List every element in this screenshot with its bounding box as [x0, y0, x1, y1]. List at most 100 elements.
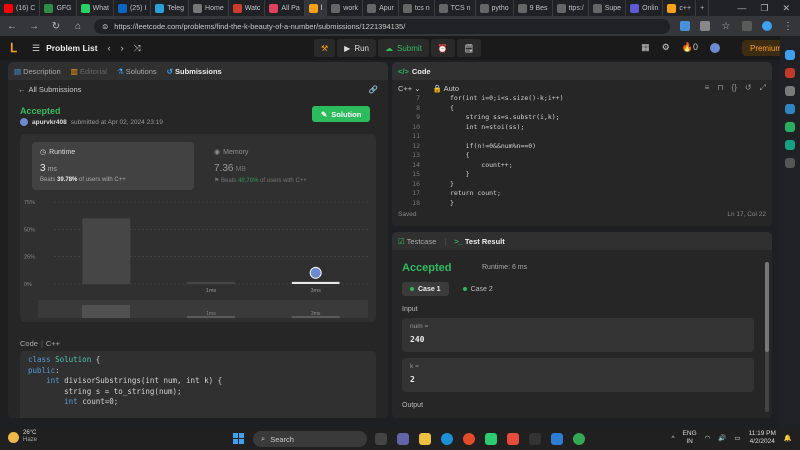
- profile-avatar[interactable]: [762, 21, 772, 31]
- browser-tab[interactable]: Apur: [363, 0, 399, 16]
- maximize-icon[interactable]: ❐: [760, 3, 768, 14]
- submit-button[interactable]: ☁ Submit: [378, 39, 429, 57]
- leetcode-logo-icon[interactable]: ᒪ: [10, 41, 22, 55]
- file-explorer-icon[interactable]: [419, 433, 431, 445]
- browser-tab[interactable]: Onlin: [626, 0, 664, 16]
- browser-tab[interactable]: All Pa: [265, 0, 305, 16]
- browser-tab[interactable]: ttps:/: [553, 0, 589, 16]
- result-scrollbar-thumb[interactable]: [765, 262, 769, 352]
- home-icon[interactable]: ⌂: [72, 21, 84, 32]
- prev-problem-icon[interactable]: ‹: [108, 43, 111, 53]
- clock[interactable]: 11:19 PM 4/2/2024: [749, 430, 776, 446]
- bookmark-star-icon[interactable]: ☆: [720, 21, 732, 32]
- browser-tab[interactable]: work: [327, 0, 364, 16]
- editor-code-area[interactable]: 7 for(int i=0;i<s.size()-k;i++) 8 {9 string…: [392, 94, 772, 208]
- wifi-icon[interactable]: ◠: [705, 434, 711, 442]
- sidebar-drop-icon[interactable]: [785, 140, 795, 150]
- all-submissions-link[interactable]: All Submissions: [29, 85, 82, 94]
- menu-dots-icon[interactable]: ⋮: [782, 21, 794, 32]
- sidebar-search-icon[interactable]: [785, 50, 795, 60]
- browser-tab[interactable]: l: [304, 0, 328, 16]
- layout-icon[interactable]: ▦: [641, 42, 650, 53]
- sidebar-person-icon[interactable]: [785, 86, 795, 96]
- browser-tab[interactable]: Home: [189, 0, 229, 16]
- bookmark-icon[interactable]: ⊓: [717, 83, 723, 93]
- site-info-icon[interactable]: ⊜: [102, 22, 108, 31]
- reset-icon[interactable]: ↺: [745, 83, 752, 93]
- user-avatar[interactable]: [710, 42, 720, 53]
- language-select[interactable]: C++ ⌄: [398, 84, 421, 93]
- post-solution-button[interactable]: ✎ Solution: [312, 106, 371, 122]
- auto-mode-toggle[interactable]: 🔒 Auto: [433, 84, 459, 93]
- sidebar-outlook-icon[interactable]: [785, 104, 795, 114]
- close-icon[interactable]: ✕: [782, 3, 790, 14]
- app-icon[interactable]: [529, 433, 541, 445]
- back-icon[interactable]: ←: [6, 21, 18, 32]
- translate-icon[interactable]: [700, 21, 710, 31]
- battery-icon[interactable]: ▭: [734, 434, 740, 442]
- avatar[interactable]: [20, 118, 28, 126]
- browser-tab[interactable]: 9 Bes: [514, 0, 553, 16]
- minimize-icon[interactable]: —: [737, 3, 746, 14]
- browser-tab[interactable]: Teleg: [151, 0, 190, 16]
- memory-card[interactable]: ◉ Memory 7.36 MB ⚑ Beats 40.70% of users w…: [206, 142, 368, 190]
- tab-description[interactable]: ▤ Description: [14, 67, 61, 76]
- new-tab-button[interactable]: +: [696, 0, 710, 16]
- sidebar-tools-icon[interactable]: [785, 68, 795, 78]
- format-braces-icon[interactable]: {}: [732, 83, 737, 93]
- browser-tab[interactable]: Watc: [229, 0, 266, 16]
- language-indicator[interactable]: ENG IN: [683, 430, 697, 446]
- back-arrow-icon[interactable]: ←: [18, 85, 26, 94]
- weather-widget[interactable]: 26°C Haze: [8, 430, 37, 444]
- settings-icon[interactable]: ⚙: [662, 42, 670, 53]
- url-field[interactable]: ⊜ https://leetcode.com/problems/find-the…: [94, 18, 670, 34]
- username[interactable]: apurvkr408: [32, 119, 67, 126]
- tab-test-result[interactable]: >_ Test Result: [454, 237, 505, 246]
- teams-icon[interactable]: [397, 433, 409, 445]
- tab-editorial[interactable]: ▥ Editorial: [71, 67, 107, 76]
- runtime-card[interactable]: ◷ Runtime 3 ms Beats 39.78% of users with …: [32, 142, 194, 190]
- notes-button[interactable]: 🗒: [456, 39, 482, 57]
- timer-button[interactable]: ⏰: [430, 39, 455, 57]
- chrome-icon[interactable]: [573, 433, 585, 445]
- tab-code[interactable]: Code: [412, 67, 431, 76]
- browser-tab[interactable]: c++: [663, 0, 697, 16]
- brave-icon[interactable]: [463, 433, 475, 445]
- app-icon[interactable]: [485, 433, 497, 445]
- tab-submissions[interactable]: ↺ Submissions: [167, 67, 222, 76]
- forward-icon[interactable]: →: [28, 21, 40, 32]
- problem-list-link[interactable]: Problem List: [46, 43, 97, 53]
- debug-button[interactable]: ⚒: [314, 39, 336, 57]
- browser-tab[interactable]: TCS n: [435, 0, 476, 16]
- next-problem-icon[interactable]: ›: [121, 43, 124, 53]
- edge-icon[interactable]: [441, 433, 453, 445]
- notification-bell-icon[interactable]: 🔔: [784, 434, 792, 442]
- browser-tab[interactable]: Supe: [589, 0, 627, 16]
- browser-tab[interactable]: What: [77, 0, 114, 16]
- shuffle-icon[interactable]: ⤨: [134, 43, 141, 54]
- app-icon[interactable]: [507, 433, 519, 445]
- tab-testcase[interactable]: ☑ Testcase: [398, 237, 436, 246]
- tab-solutions[interactable]: ⚗ Solutions: [117, 67, 157, 76]
- extension-icon[interactable]: [680, 21, 690, 31]
- expand-icon[interactable]: ⤢: [760, 83, 766, 93]
- link-icon[interactable]: 🔗: [369, 85, 378, 94]
- sidebar-games-icon[interactable]: [785, 122, 795, 132]
- puzzle-icon[interactable]: [742, 21, 752, 31]
- task-view-icon[interactable]: [375, 433, 387, 445]
- case-2-tab[interactable]: Case 2: [455, 282, 501, 296]
- browser-tab[interactable]: tcs n: [399, 0, 435, 16]
- run-button[interactable]: ▶ Run: [337, 39, 377, 57]
- dev-app-icon[interactable]: [551, 433, 563, 445]
- speaker-icon[interactable]: 🔊: [718, 434, 726, 442]
- chevron-up-icon[interactable]: ^: [671, 435, 674, 442]
- reload-icon[interactable]: ↻: [50, 21, 62, 32]
- sidebar-add-icon[interactable]: [785, 158, 795, 168]
- streak-counter[interactable]: 🔥0: [682, 42, 698, 53]
- windows-start-icon[interactable]: [233, 433, 244, 444]
- case-1-tab[interactable]: Case 1: [402, 282, 449, 296]
- list-icon[interactable]: ☰: [32, 43, 40, 54]
- notes-icon[interactable]: ≡: [705, 83, 710, 93]
- browser-tab[interactable]: (16) C: [0, 0, 41, 16]
- browser-tab[interactable]: pytho: [476, 0, 514, 16]
